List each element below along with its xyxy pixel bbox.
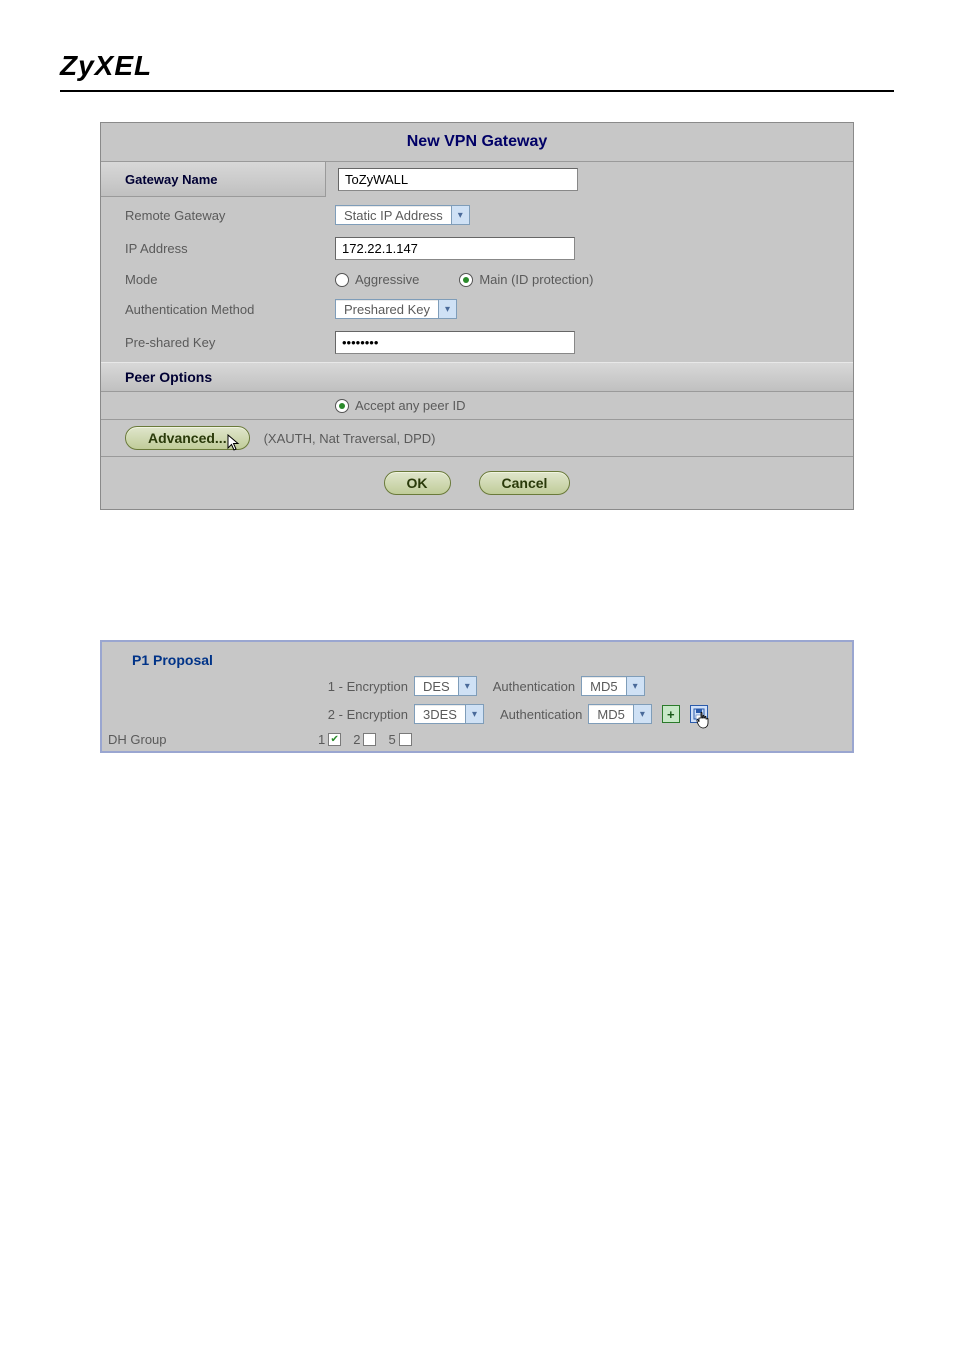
add-proposal-button[interactable]: + [662,705,680,723]
psk-row: Pre-shared Key [101,325,853,360]
save-proposal-button[interactable] [690,705,708,723]
chevron-down-icon: ▾ [633,705,651,723]
panel-title: New VPN Gateway [101,123,853,162]
chevron-down-icon: ▾ [465,705,483,723]
checkbox-icon [363,733,376,746]
brand-logo: ZyXEL [60,50,152,81]
dh-group-row: DH Group 1 2 5 [102,728,852,751]
psk-input[interactable] [335,331,575,354]
peer-options-header: Peer Options [101,362,853,392]
proposal-row-1: 1 - Encryption DES ▾ Authentication MD5 … [102,672,852,700]
mode-row: Mode Aggressive Main (ID protection) [101,266,853,293]
proposal-row-2: 2 - Encryption 3DES ▾ Authentication MD5… [102,700,852,728]
chevron-down-icon: ▾ [458,677,476,695]
proposal-1-auth-label: Authentication [493,679,575,694]
dh-group-1[interactable]: 1 [318,732,351,747]
p1-proposal-title: P1 Proposal [102,642,852,672]
proposal-1-auth-select[interactable]: MD5 ▾ [581,676,644,696]
gateway-name-row: Gateway Name [101,162,853,197]
ok-button[interactable]: OK [384,471,451,495]
advanced-note: (XAUTH, Nat Traversal, DPD) [264,431,436,446]
accept-peer-row: Accept any peer ID [101,392,853,419]
advanced-row: Advanced... (XAUTH, Nat Traversal, DPD) [101,419,853,456]
brand-header: ZyXEL [60,50,894,92]
cancel-button[interactable]: Cancel [479,471,571,495]
dh-group-2[interactable]: 2 [353,732,386,747]
chevron-down-icon: ▾ [451,206,469,224]
mode-aggressive-radio[interactable]: Aggressive [335,272,419,287]
radio-icon [335,273,349,287]
auth-method-row: Authentication Method Preshared Key ▾ [101,293,853,325]
chevron-down-icon: ▾ [438,300,456,318]
proposal-2-label: 2 - Encryption [318,707,408,722]
dh-group-label: DH Group [108,732,318,747]
auth-method-label: Authentication Method [125,302,335,317]
mode-main-radio[interactable]: Main (ID protection) [459,272,593,287]
proposal-2-enc-select[interactable]: 3DES ▾ [414,704,484,724]
accept-any-peer-radio[interactable]: Accept any peer ID [335,398,466,413]
ip-address-row: IP Address [101,231,853,266]
radio-selected-icon [459,273,473,287]
ip-address-input[interactable] [335,237,575,260]
radio-selected-icon [335,399,349,413]
vpn-gateway-panel: New VPN Gateway Gateway Name Remote Gate… [100,122,854,510]
dh-group-5[interactable]: 5 [388,732,421,747]
remote-gateway-select[interactable]: Static IP Address ▾ [335,205,470,225]
proposal-1-label: 1 - Encryption [318,679,408,694]
remote-gateway-label: Remote Gateway [125,208,335,223]
mode-aggressive-label: Aggressive [355,272,419,287]
chevron-down-icon: ▾ [626,677,644,695]
advanced-button[interactable]: Advanced... [125,426,250,450]
proposal-1-enc-select[interactable]: DES ▾ [414,676,477,696]
psk-label: Pre-shared Key [125,335,335,350]
checkbox-icon [399,733,412,746]
proposal-2-auth-select[interactable]: MD5 ▾ [588,704,651,724]
gateway-name-label: Gateway Name [101,162,326,197]
proposal-2-auth-label: Authentication [500,707,582,722]
cursor-arrow-icon [227,434,243,455]
remote-gateway-row: Remote Gateway Static IP Address ▾ [101,199,853,231]
mode-label: Mode [125,272,335,287]
accept-any-peer-label: Accept any peer ID [355,398,466,413]
checkbox-checked-icon [328,733,341,746]
mode-main-label: Main (ID protection) [479,272,593,287]
p1-proposal-panel: P1 Proposal 1 - Encryption DES ▾ Authent… [100,640,854,753]
gateway-name-input[interactable] [338,168,578,191]
auth-method-select[interactable]: Preshared Key ▾ [335,299,457,319]
dialog-buttons: OK Cancel [101,456,853,509]
ip-address-label: IP Address [125,241,335,256]
